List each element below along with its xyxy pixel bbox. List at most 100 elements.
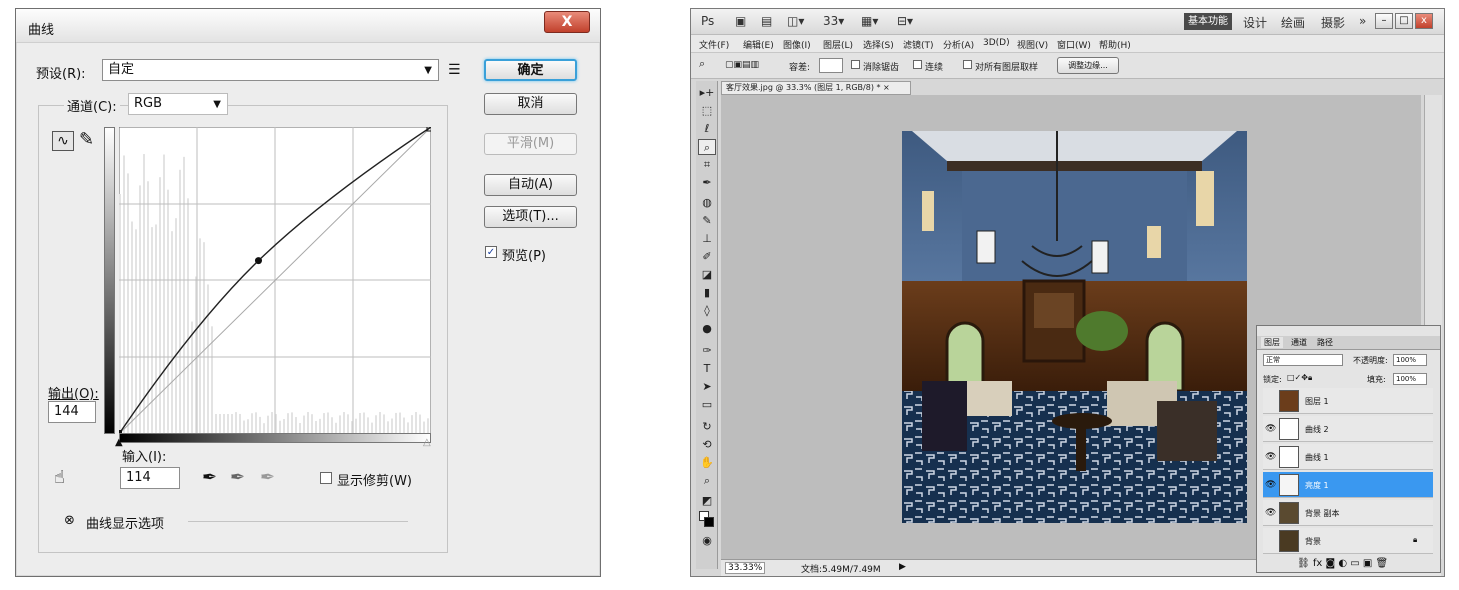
stamp-tool-icon[interactable]: ⊥ (698, 231, 716, 247)
document-tab[interactable]: 客厅效果.jpg @ 33.3% (图层 1, RGB/8) * × (721, 81, 911, 95)
show-clipping-checkbox[interactable] (320, 472, 332, 484)
screen-mode-icon[interactable]: ⊟▾ (897, 14, 913, 28)
layer-row[interactable]: 👁︎ 背景 副本 (1263, 500, 1433, 526)
curve-edit-tool-icon[interactable]: ∿ (52, 131, 74, 151)
eyedropper-tool-icon[interactable]: ✒ (698, 175, 716, 191)
curve-display-options-label[interactable]: 曲线显示选项 (86, 513, 164, 532)
selection-mode-icons[interactable]: ▢▣▤▥ (725, 60, 759, 70)
zoom-tool-icon[interactable]: ⌕ (698, 473, 716, 489)
curve-control-point[interactable] (254, 257, 262, 265)
default-colors-icon[interactable]: ◩ (698, 493, 716, 509)
lasso-tool-icon[interactable]: ℓ (698, 121, 716, 137)
3d-rotate-icon[interactable]: ↻ (698, 419, 716, 435)
menu-view[interactable]: 视图(V) (1017, 38, 1048, 51)
menu-file[interactable]: 文件(F) (699, 38, 729, 51)
white-eyedropper-icon[interactable]: ✒ (260, 469, 275, 487)
history-brush-icon[interactable]: ✐ (698, 249, 716, 265)
hand-tool-icon[interactable]: ✋ (698, 455, 716, 471)
minimize-button[interactable]: – (1375, 13, 1393, 29)
design-workspace-icon[interactable]: 设计 (1243, 14, 1267, 31)
white-point-slider-icon[interactable]: △ (423, 434, 431, 452)
refine-edge-button[interactable]: 调整边缘... (1057, 57, 1119, 74)
maximize-button[interactable]: □ (1395, 13, 1413, 29)
input-field[interactable]: 114 (120, 467, 180, 489)
preset-select[interactable]: 自定 ▼ (102, 59, 439, 81)
menu-window[interactable]: 窗口(W) (1057, 38, 1091, 51)
cancel-button[interactable]: 取消 (484, 93, 577, 115)
curve-graph[interactable] (116, 124, 434, 436)
zoom-level-icon[interactable]: 33▾ (823, 14, 844, 28)
layer-row[interactable]: 图层 1 (1263, 388, 1433, 414)
dodge-tool-icon[interactable]: ● (698, 321, 716, 337)
blur-tool-icon[interactable]: ◊ (698, 303, 716, 319)
workspace-button[interactable]: 基本功能 (1184, 13, 1232, 30)
layer-row-selected[interactable]: 👁︎ 亮度 1 (1263, 472, 1433, 498)
brush-tool-icon[interactable]: ✎ (698, 213, 716, 229)
layer-row[interactable]: 👁︎ 曲线 1 (1263, 444, 1433, 470)
photography-workspace-icon[interactable]: 摄影 (1321, 14, 1345, 31)
layer-row[interactable]: 👁︎ 曲线 2 (1263, 416, 1433, 442)
menu-select[interactable]: 选择(S) (863, 38, 894, 51)
lock-icons[interactable]: □✓✥🔒︎ (1287, 373, 1312, 383)
preview-checkbox[interactable]: ✓ (485, 246, 497, 258)
more-workspaces-icon[interactable]: » (1359, 14, 1366, 28)
tab-paths[interactable]: 路径 (1317, 337, 1333, 348)
foreground-color-swatch[interactable] (704, 517, 714, 527)
arrange-documents-icon[interactable]: ▦▾ (861, 14, 878, 28)
menu-filter[interactable]: 滤镜(T) (903, 38, 934, 51)
path-selection-icon[interactable]: ➤ (698, 379, 716, 395)
layer-row[interactable]: 背景 🔒︎ (1263, 528, 1433, 554)
eye-icon[interactable]: 👁︎ (1265, 508, 1276, 518)
gradient-tool-icon[interactable]: ▮ (698, 285, 716, 301)
menu-help[interactable]: 帮助(H) (1099, 38, 1131, 51)
gray-eyedropper-icon[interactable]: ✒ (230, 469, 245, 487)
antialias-checkbox[interactable] (851, 60, 860, 69)
bridge-icon[interactable]: ▣ (735, 14, 746, 28)
channel-select[interactable]: RGB ▼ (128, 93, 228, 115)
move-tool-icon[interactable]: ▸+ (698, 85, 716, 101)
eye-icon[interactable]: 👁︎ (1265, 480, 1276, 490)
quick-selection-tool-icon[interactable]: ⌕ (698, 139, 716, 155)
expand-chevron-icon[interactable]: ⊗ (64, 512, 75, 530)
eraser-tool-icon[interactable]: ◪ (698, 267, 716, 283)
tab-channels[interactable]: 通道 (1291, 337, 1307, 348)
menu-image[interactable]: 图像(I) (783, 38, 811, 51)
quick-mask-icon[interactable]: ◉ (698, 533, 716, 549)
crop-tool-icon[interactable]: ⌗ (698, 157, 716, 173)
smooth-button[interactable]: 平滑(M) (484, 133, 577, 155)
contiguous-checkbox[interactable] (913, 60, 922, 69)
auto-button[interactable]: 自动(A) (484, 174, 577, 196)
zoom-field[interactable]: 33.33% (725, 562, 766, 574)
tab-layers[interactable]: 图层 (1261, 337, 1283, 348)
fill-field[interactable]: 100% (1393, 373, 1427, 385)
dialog-titlebar[interactable]: 曲线 X (16, 9, 600, 43)
ok-button[interactable]: 确定 (484, 59, 577, 81)
preset-options-icon[interactable]: ☰ (448, 61, 461, 79)
healing-tool-icon[interactable]: ◍ (698, 195, 716, 211)
status-arrow-icon[interactable]: ▶ (899, 562, 906, 572)
output-field[interactable]: 144 (48, 401, 96, 423)
tolerance-field[interactable] (819, 58, 843, 73)
mini-bridge-icon[interactable]: ▤ (761, 14, 772, 28)
menu-analysis[interactable]: 分析(A) (943, 38, 974, 51)
close-button[interactable]: X (544, 11, 590, 33)
marquee-tool-icon[interactable]: ⬚ (698, 103, 716, 119)
view-extras-icon[interactable]: ◫▾ (787, 14, 804, 28)
all-layers-checkbox[interactable] (963, 60, 972, 69)
pen-tool-icon[interactable]: ✑ (698, 343, 716, 359)
hand-adjust-icon[interactable]: ☝ (54, 469, 65, 487)
pencil-icon[interactable]: ✎ (79, 131, 94, 149)
menu-3d[interactable]: 3D(D) (983, 38, 1010, 48)
shape-tool-icon[interactable]: ▭ (698, 397, 716, 413)
opacity-field[interactable]: 100% (1393, 354, 1427, 366)
eye-icon[interactable]: 👁︎ (1265, 452, 1276, 462)
menu-layer[interactable]: 图层(L) (823, 38, 853, 51)
quick-selection-icon[interactable]: ⌕ (699, 57, 705, 71)
blend-mode-select[interactable]: 正常 (1263, 354, 1343, 366)
window-close-button[interactable]: x (1415, 13, 1433, 29)
painting-workspace-icon[interactable]: 绘画 (1281, 14, 1305, 31)
layer-panel-actions-icons[interactable]: ⛓ fx ◙ ◐ ▭ ▣ 🗑︎ (1297, 558, 1388, 569)
black-eyedropper-icon[interactable]: ✒ (202, 469, 217, 487)
3d-camera-icon[interactable]: ⟲ (698, 437, 716, 453)
options-button[interactable]: 选项(T)... (484, 206, 577, 228)
